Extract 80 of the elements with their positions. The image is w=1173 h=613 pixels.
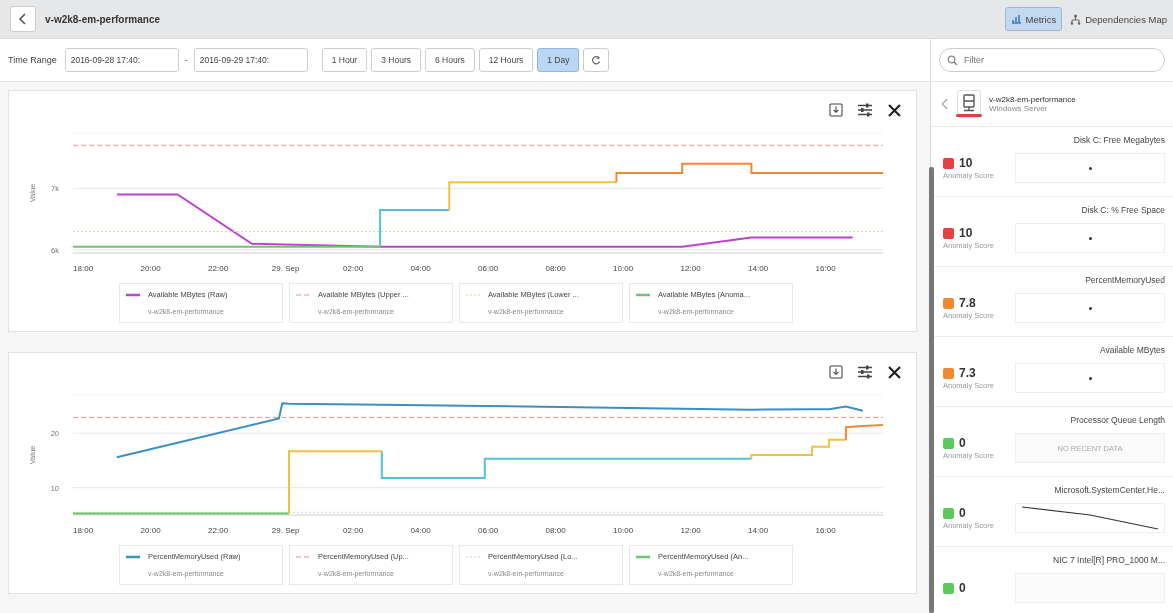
legend-swatch-icon bbox=[296, 553, 310, 560]
view-tab[interactable]: Dependencies Map bbox=[1064, 7, 1173, 31]
x-tick-label: 22:00 bbox=[208, 526, 229, 535]
data-point bbox=[1088, 306, 1092, 310]
anomaly-score: 0 bbox=[959, 581, 966, 595]
x-tick-label: 14:00 bbox=[748, 264, 769, 273]
x-tick-label: 06:00 bbox=[478, 264, 499, 273]
close-icon[interactable] bbox=[887, 364, 902, 380]
download-icon[interactable] bbox=[829, 365, 843, 379]
anomaly-score: 7.8 bbox=[959, 296, 976, 310]
x-tick-label: 16:00 bbox=[815, 526, 836, 535]
hierarchy-icon bbox=[1070, 13, 1082, 25]
legend-swatch-icon bbox=[466, 291, 480, 298]
legend-swatch-icon bbox=[636, 291, 650, 298]
close-icon[interactable] bbox=[887, 102, 902, 118]
range-separator: - bbox=[184, 55, 188, 65]
x-tick-label: 14:00 bbox=[748, 526, 769, 535]
range-button[interactable]: 1 Hour bbox=[321, 48, 368, 72]
anomaly-score: 0 bbox=[959, 436, 966, 450]
view-tab[interactable]: Metrics bbox=[1004, 7, 1063, 31]
range-button[interactable]: 1 Day bbox=[537, 48, 580, 72]
sliders-icon[interactable] bbox=[857, 365, 873, 379]
x-tick-label: 22:00 bbox=[208, 264, 229, 273]
x-tick-label: 18:00 bbox=[73, 526, 94, 535]
back-icon bbox=[18, 13, 28, 25]
filter-field[interactable]: Filter bbox=[939, 48, 1165, 72]
x-tick-label: 16:00 bbox=[815, 264, 836, 273]
x-tick-label: 10:00 bbox=[613, 264, 634, 273]
download-icon[interactable] bbox=[829, 103, 843, 117]
data-point bbox=[1088, 166, 1092, 170]
x-tick-label: 06:00 bbox=[478, 526, 499, 535]
refresh-button[interactable] bbox=[583, 48, 610, 72]
legend-swatch-icon bbox=[296, 291, 310, 298]
anomaly-score: 7.3 bbox=[959, 366, 976, 380]
anomaly-score: 10 bbox=[959, 226, 973, 240]
entity-name: v-w2k8-em-performance bbox=[989, 95, 1076, 104]
legend-swatch-icon bbox=[636, 553, 650, 560]
legend-swatch-icon bbox=[126, 553, 140, 560]
metric-name: Processor Queue Length bbox=[1070, 415, 1165, 425]
x-tick-label: 12:00 bbox=[680, 526, 701, 535]
metric-name: PercentMemoryUsed bbox=[1085, 275, 1165, 285]
refresh-icon bbox=[591, 55, 602, 65]
data-point bbox=[1088, 236, 1092, 240]
x-tick-label: 02:00 bbox=[343, 264, 364, 273]
page-title: v-w2k8-em-performance bbox=[45, 13, 161, 25]
start-date-field[interactable]: 2016-09-28 17:40: bbox=[64, 48, 179, 72]
range-button[interactable]: 6 Hours bbox=[424, 48, 475, 72]
metric-item[interactable]: NIC 7 Intel[R] PRO_1000 M... 0 bbox=[931, 547, 1173, 613]
end-date-field[interactable]: 2016-09-29 17:40: bbox=[193, 48, 308, 72]
metric-name: Disk C: % Free Space bbox=[1081, 205, 1165, 215]
x-tick-label: 18:00 bbox=[73, 264, 94, 273]
x-tick-label: 20:00 bbox=[140, 526, 161, 535]
metric-name: Disk C: Free Megabytes bbox=[1073, 135, 1165, 145]
chart-icon bbox=[1010, 14, 1022, 24]
legend-swatch-icon bbox=[126, 291, 140, 298]
x-tick-label: 08:00 bbox=[545, 264, 566, 273]
x-tick-label: 10:00 bbox=[613, 526, 634, 535]
entity-type: Windows Server bbox=[989, 104, 1049, 113]
range-button[interactable]: 3 Hours bbox=[371, 48, 421, 72]
x-tick-label: 29. Sep bbox=[271, 264, 300, 273]
metric-name: NIC 7 Intel[R] PRO_1000 M... bbox=[1053, 555, 1165, 565]
anomaly-score: 0 bbox=[959, 506, 966, 520]
legend-swatch-icon bbox=[466, 553, 480, 560]
x-tick-label: 02:00 bbox=[343, 526, 364, 535]
anomaly-score: 10 bbox=[959, 156, 973, 170]
range-button[interactable]: 12 Hours bbox=[478, 48, 534, 72]
server-icon bbox=[957, 90, 981, 118]
x-tick-label: 12:00 bbox=[680, 264, 701, 273]
scrollbar[interactable] bbox=[929, 167, 934, 613]
x-tick-label: 08:00 bbox=[545, 526, 566, 535]
metric-name: Microsoft.SystemCenter.He... bbox=[1054, 485, 1165, 495]
x-tick-label: 04:00 bbox=[410, 526, 431, 535]
sliders-icon[interactable] bbox=[857, 103, 873, 117]
data-point bbox=[1088, 376, 1092, 380]
x-tick-label: 04:00 bbox=[410, 264, 431, 273]
x-tick-label: 29. Sep bbox=[271, 526, 300, 535]
time-range-label: Time Range bbox=[8, 55, 57, 65]
metric-name: Available MBytes bbox=[1099, 345, 1165, 355]
back-button[interactable] bbox=[10, 6, 36, 32]
x-tick-label: 20:00 bbox=[140, 264, 161, 273]
